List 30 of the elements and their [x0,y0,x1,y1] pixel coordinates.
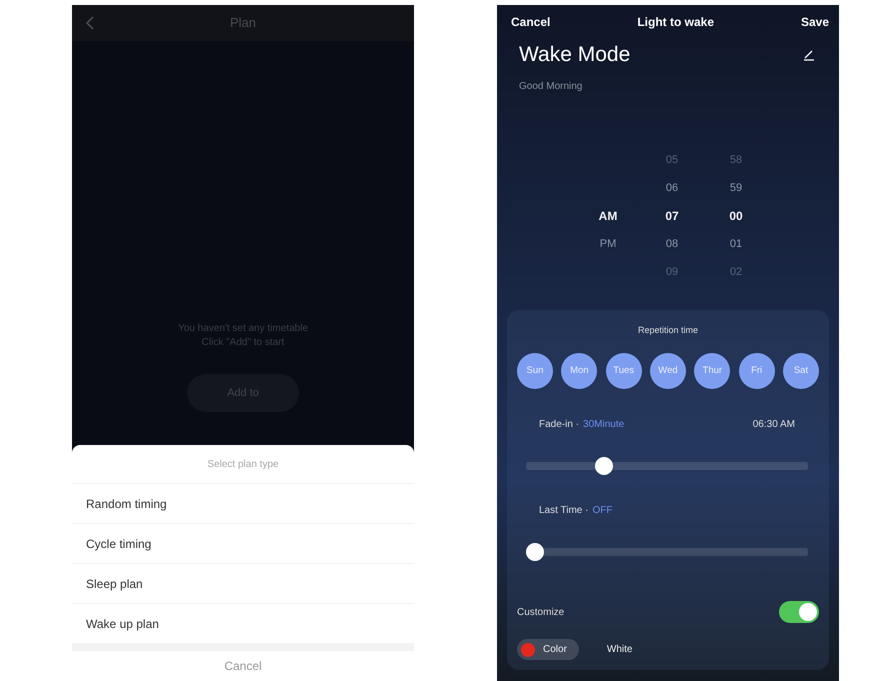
light-mode-option[interactable]: White [602,639,644,660]
light-mode-option[interactable]: Color [517,639,579,660]
save-link[interactable]: Save [800,13,829,31]
setting-value: 30Minute [583,418,624,432]
slider-thumb[interactable] [526,543,544,561]
section-title: Repetition time [636,324,700,337]
subtitle: Good Morning [518,80,584,94]
time-value: 06:30 AM [752,418,795,432]
edit-icon[interactable] [803,48,815,61]
cancel-link[interactable]: Cancel [511,13,550,31]
screen-title: Plan [230,14,256,32]
picker-value[interactable]: 06 [652,174,692,202]
picker-value[interactable]: 00 [716,202,756,230]
picker-value[interactable]: 07 [652,202,692,230]
setting-label: Customize [517,606,564,620]
screen-title: Light to wake [637,14,714,31]
picker-value[interactable]: AM [588,202,628,230]
slider-thumb[interactable] [594,457,613,475]
picker-value[interactable]: 59 [716,174,756,202]
picker-value[interactable]: 05 [652,146,692,174]
setting-value: OFF [592,504,612,518]
setting-label: Last Time · [539,504,588,518]
toggle-switch[interactable] [779,601,819,623]
picker-value[interactable]: 08 [652,230,692,258]
picker-value[interactable]: 58 [716,146,756,174]
picker-value[interactable]: 01 [716,230,756,258]
setting-label: Fade-in · [539,418,580,432]
picker-value[interactable]: PM [588,230,628,258]
mode-title: Wake Mode [518,42,632,68]
sheet-title: Select plan type [206,458,280,472]
